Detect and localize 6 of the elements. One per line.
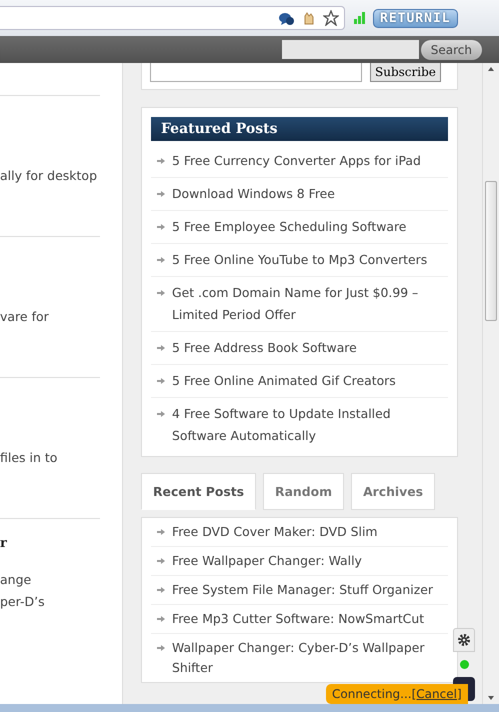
post-excerpt: ange per-D’s (0, 571, 46, 611)
toast-text: Connecting... (332, 687, 412, 701)
featured-posts-title: Featured Posts (151, 117, 448, 141)
post-excerpt: vare for (0, 308, 50, 326)
post-excerpt: ally for desktop (0, 167, 98, 185)
post-excerpt: files in to (0, 449, 58, 467)
